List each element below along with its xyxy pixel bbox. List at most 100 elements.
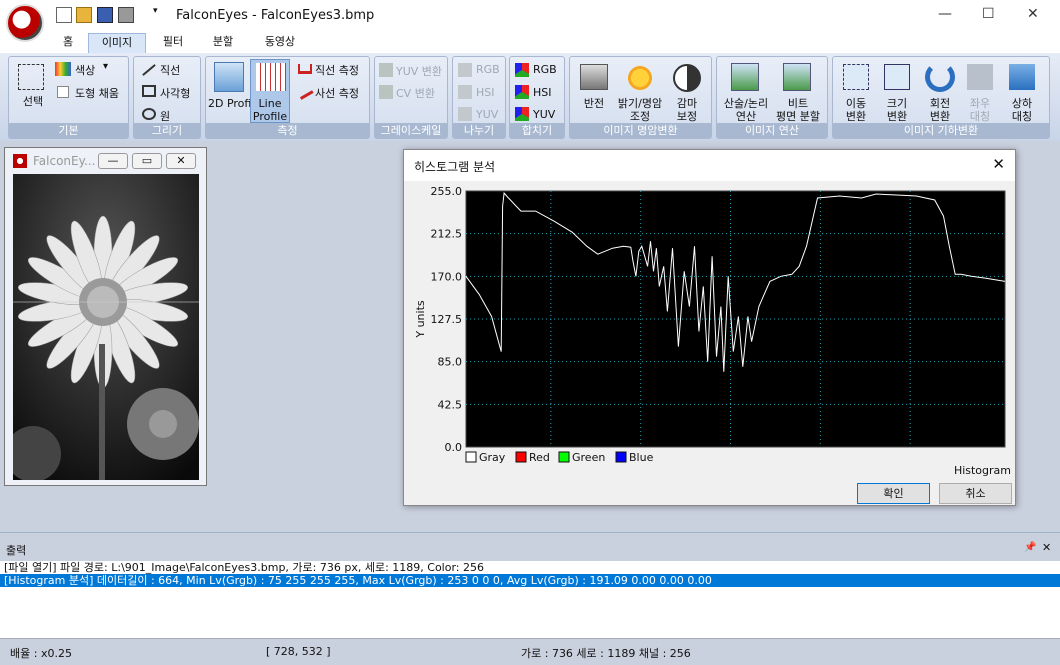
output-panel: 출력 📌 ✕ [파일 열기] 파일 경로: L:\901_Image\Falco… [0, 532, 1060, 638]
pin-icon[interactable]: 📌 [1024, 542, 1036, 553]
line-measure-icon [298, 64, 312, 74]
merge-rgb-button[interactable]: RGB [533, 63, 557, 76]
child-close-button[interactable]: ✕ [166, 153, 196, 169]
oblique-measure-button[interactable]: 사선 측정 [315, 85, 359, 101]
child-window-title: FalconEy... [33, 154, 96, 168]
group-grayscale: YUV 변환 CV 변환 그레이스케일 [374, 56, 448, 139]
draw-line-button[interactable]: 직선 [160, 62, 180, 78]
line-profile-icon [256, 63, 286, 91]
merge-hsi-button[interactable]: HSI [533, 86, 552, 99]
merge-hsi-icon [515, 85, 529, 99]
cv-convert-button[interactable]: CV 변환 [396, 85, 435, 101]
open-folder-icon[interactable] [76, 7, 92, 23]
draw-circle-button[interactable]: 원 [160, 108, 170, 124]
line-measure-button[interactable]: 직선 측정 [315, 62, 359, 78]
resize-icon [884, 64, 910, 90]
color-dropdown-icon[interactable]: ▾ [103, 61, 108, 72]
tab-video[interactable]: 동영상 [255, 33, 305, 53]
group-geom: 이동 변환 크기 변환 회전 변환 좌우 대칭 상하 대칭 이미지 기하변환 [832, 56, 1050, 139]
legend-label-gray: Gray [479, 451, 506, 464]
arith-button-line2: 연산 [735, 110, 757, 123]
histogram-dialog[interactable]: 히스토그램 분석 ✕ 255.0 212.5 170.0 127.5 85.0 42.5 0… [403, 149, 1016, 506]
print-icon[interactable] [118, 7, 134, 23]
legend-swatch-red [515, 451, 527, 463]
move-button-line2: 변환 [845, 110, 867, 123]
rotate-button[interactable]: 회전 [923, 97, 957, 110]
split-hsi-icon [458, 85, 472, 99]
arith-icon [731, 63, 759, 91]
group-grayscale-label: 그레이스케일 [375, 123, 447, 138]
legend-label-red: Red [529, 451, 550, 464]
oblique-measure-icon [296, 84, 314, 100]
output-line[interactable]: [파일 열기] 파일 경로: L:\901_Image\FalconEyes3.… [0, 561, 1060, 574]
split-yuv-icon [458, 107, 472, 121]
merge-yuv-button[interactable]: YUV [533, 108, 555, 121]
cancel-button[interactable]: 취소 [939, 483, 1012, 504]
split-hsi-button[interactable]: HSI [476, 86, 495, 99]
quick-access-customize-button[interactable]: ▾ [153, 6, 169, 22]
brightness-button[interactable]: 밝기/명암 [614, 97, 666, 110]
split-yuv-button[interactable]: YUV [476, 108, 498, 121]
image-canvas[interactable] [13, 174, 199, 480]
group-merge: RGB HSI YUV 합치기 [509, 56, 565, 139]
y-tick-label: 42.5 [438, 398, 463, 411]
legend-swatch-blue [615, 451, 627, 463]
app-logo-icon[interactable] [6, 4, 44, 42]
new-file-icon[interactable] [56, 7, 72, 23]
circle-icon [142, 108, 156, 120]
maximize-button[interactable]: ☐ [982, 6, 995, 22]
invert-button[interactable]: 반전 [576, 97, 612, 110]
flower-image [13, 174, 199, 480]
child-restore-button[interactable]: ▭ [132, 153, 162, 169]
output-line-selected[interactable]: [Histogram 분석] 데이터길이 : 664, Min Lv(Grgb)… [0, 574, 1060, 587]
tab-filter[interactable]: 필터 [155, 33, 191, 53]
output-title: 출력 [6, 544, 27, 557]
dialog-close-button[interactable]: ✕ [992, 155, 1005, 173]
fill-shape-checkbox[interactable] [57, 86, 69, 98]
save-disk-icon[interactable] [97, 7, 113, 23]
ok-button[interactable]: 확인 [857, 483, 930, 504]
y-axis-label: Y units [414, 300, 427, 339]
child-minimize-button[interactable]: — [98, 153, 128, 169]
legend-label-blue: Blue [629, 451, 654, 464]
move-button[interactable]: 이동 [840, 97, 872, 110]
tab-home[interactable]: 홈 [55, 33, 81, 53]
bitplane-icon [783, 63, 811, 91]
brightness-button-line2: 조정 [629, 110, 651, 123]
resize-button[interactable]: 크기 [881, 97, 913, 110]
draw-rect-button[interactable]: 사각형 [160, 85, 190, 101]
merge-yuv-icon [515, 107, 529, 121]
select-button[interactable]: 선택 [15, 95, 51, 108]
minimize-button[interactable]: — [938, 6, 952, 22]
status-bar: 배율 : x0.25 [ 728, 532 ] 가로 : 736 세로 : 11… [0, 638, 1060, 665]
close-button[interactable]: ✕ [1027, 6, 1039, 22]
image-child-window[interactable]: FalconEy... — ▭ ✕ [4, 147, 207, 486]
bitplane-button[interactable]: 비트 [771, 97, 825, 110]
status-dimensions: 가로 : 736 세로 : 1189 채널 : 256 [521, 647, 691, 660]
yuv-convert-button[interactable]: YUV 변환 [396, 63, 442, 79]
select-icon [18, 64, 44, 90]
palette-icon [55, 62, 71, 76]
flip-button[interactable]: 상하 [1006, 97, 1038, 110]
tab-segment[interactable]: 분할 [205, 33, 241, 53]
output-close-button[interactable]: ✕ [1042, 541, 1051, 554]
y-tick-label: 212.5 [431, 228, 463, 241]
group-arith: 산술/논리 연산 비트 평면 분할 이미지 연산 [716, 56, 828, 139]
split-rgb-button[interactable]: RGB [476, 63, 500, 76]
mirror-button[interactable]: 좌우 [964, 97, 996, 110]
profile-2d-button[interactable]: 2D Profile [208, 97, 261, 110]
gamma-button[interactable]: 감마 [670, 97, 704, 110]
gamma-icon [673, 64, 701, 92]
color-button[interactable]: 색상 [75, 62, 95, 78]
arith-button[interactable]: 산술/논리 [719, 97, 773, 110]
y-tick-label: 85.0 [438, 356, 463, 369]
sun-icon [626, 64, 654, 92]
mirror-button-line2: 대칭 [969, 110, 991, 123]
legend-swatch-green [558, 451, 570, 463]
tab-image[interactable]: 이미지 [88, 33, 146, 53]
line-profile-button[interactable]: Line Profile [252, 97, 288, 123]
mirror-icon [967, 64, 993, 90]
rotate-button-line2: 변환 [929, 110, 951, 123]
move-icon [843, 64, 869, 90]
y-tick-label: 170.0 [431, 270, 463, 283]
